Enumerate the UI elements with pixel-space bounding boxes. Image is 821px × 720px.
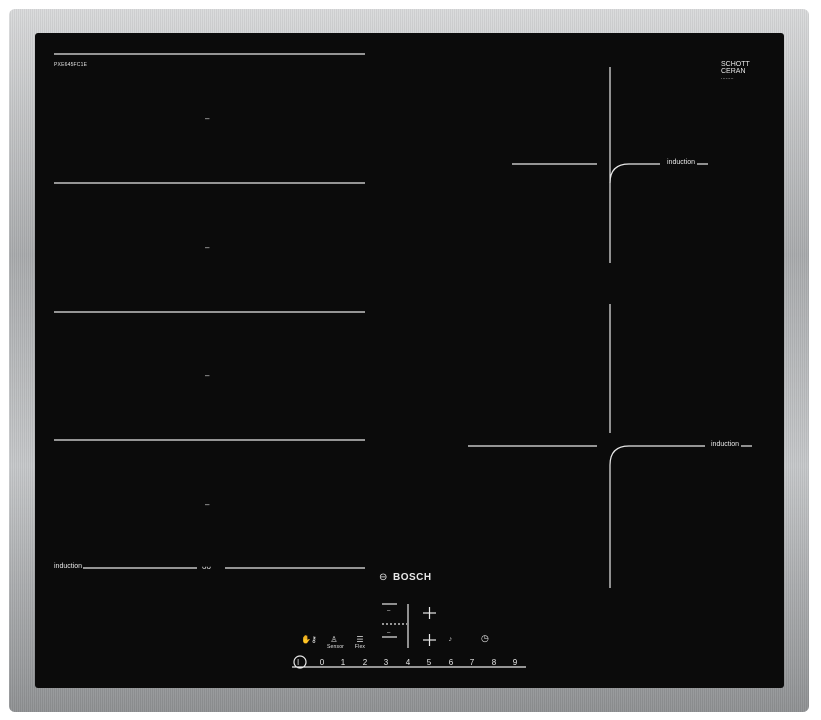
schott-text: SCHOTT	[721, 61, 750, 68]
level-0[interactable]: 0	[317, 658, 327, 667]
left-induction-label: induction	[54, 563, 83, 570]
ceramic-glass-surface: – – – – PXE645FC1E SCHOTT CERAN ........…	[35, 33, 784, 688]
zone-marker-3: –	[205, 371, 210, 380]
power-icon	[293, 655, 307, 669]
ceran-sub: ........	[721, 75, 734, 81]
zone-marker-1: –	[205, 114, 210, 123]
level-2[interactable]: 2	[360, 658, 370, 667]
bosch-emblem-icon: ⊖	[379, 572, 388, 583]
power-button[interactable]: I	[297, 658, 299, 667]
right-bottom-curve	[609, 445, 705, 588]
sensor-button[interactable]: ♙ Sensor	[327, 635, 345, 650]
zone-marker-4: –	[205, 500, 210, 509]
minus-top-button[interactable]: –	[387, 608, 390, 614]
flex-icon: ☰	[356, 635, 364, 644]
level-3[interactable]: 3	[381, 658, 391, 667]
minus-bottom-button[interactable]: –	[387, 630, 390, 636]
lock-icon[interactable]: ✋⚷	[301, 635, 317, 644]
level-6[interactable]: 6	[446, 658, 456, 667]
timer-icon[interactable]: ◷	[481, 633, 489, 644]
brand-logo: BOSCH	[393, 572, 432, 583]
zone-marker-2: –	[205, 243, 210, 252]
level-5[interactable]: 5	[424, 658, 434, 667]
level-1[interactable]: 1	[338, 658, 348, 667]
schott-logo: SCHOTT CERAN ........	[721, 61, 750, 82]
level-9[interactable]: 9	[510, 658, 520, 667]
zone-graphics: – – – –	[54, 53, 752, 669]
level-8[interactable]: 8	[489, 658, 499, 667]
sensor-label: Sensor	[327, 644, 345, 650]
flex-button[interactable]: ☰ Flex	[353, 635, 367, 650]
right-bottom-induction-label: induction	[711, 441, 740, 448]
right-top-curve	[609, 163, 660, 184]
right-top-induction-label: induction	[667, 159, 696, 166]
power-boost-icon[interactable]: 𝆔	[449, 634, 452, 644]
level-4[interactable]: 4	[403, 658, 413, 667]
flex-label: Flex	[354, 644, 366, 650]
sensor-icon: ♙	[330, 635, 338, 644]
flex-zone-icon: ᴗᴗ	[202, 562, 211, 571]
ceran-text: CERAN	[721, 68, 746, 75]
level-7[interactable]: 7	[467, 658, 477, 667]
model-label: PXE645FC1E	[54, 62, 88, 68]
